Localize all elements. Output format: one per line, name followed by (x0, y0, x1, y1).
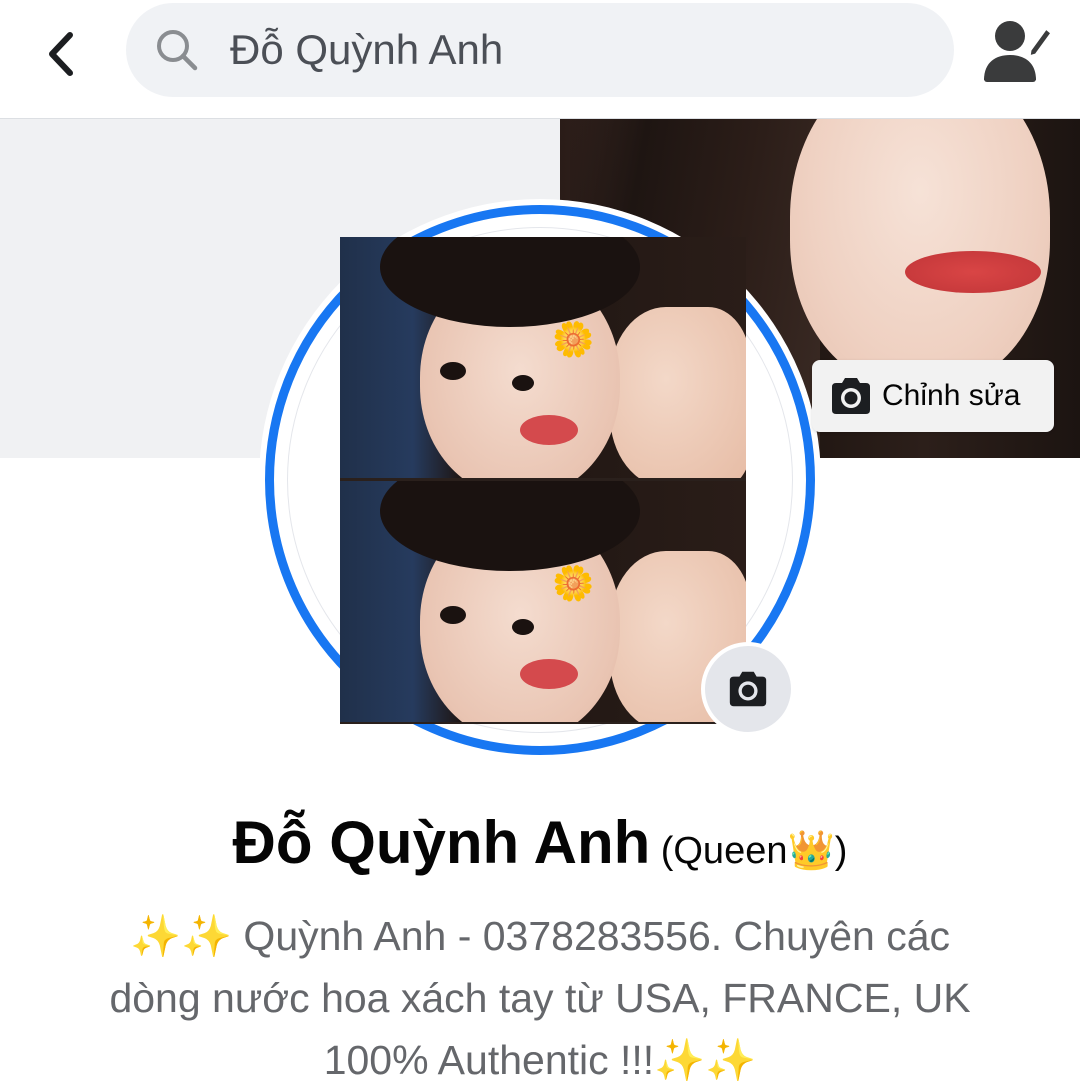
top-navigation-bar: Đỗ Quỳnh Anh (0, 0, 1080, 119)
profile-name: Đỗ Quỳnh Anh (232, 809, 651, 876)
back-button[interactable] (30, 22, 94, 86)
search-icon (157, 30, 198, 71)
update-profile-picture-button[interactable] (701, 642, 795, 736)
profile-picture-frame-bottom: 🌼 (340, 481, 746, 722)
cover-photo-lips (905, 251, 1041, 293)
profile-bio: ✨✨ Quỳnh Anh - 0378283556. Chuyên các dò… (109, 913, 971, 1083)
edit-profile-button[interactable] (976, 16, 1060, 88)
flower-emoji: 🌼 (552, 565, 595, 603)
edit-cover-button[interactable]: Chỉnh sửa (812, 360, 1054, 432)
chevron-left-icon (49, 32, 73, 76)
camera-icon (729, 671, 767, 707)
alternate-name: (Queen👑) (660, 830, 848, 872)
flower-emoji: 🌼 (552, 321, 595, 359)
profile-picture[interactable]: 🌼 🌼 (340, 237, 746, 724)
search-query: Đỗ Quỳnh Anh (230, 26, 504, 73)
search-bar[interactable]: Đỗ Quỳnh Anh (126, 3, 954, 97)
profile-name-row: Đỗ Quỳnh Anh (Queen👑) (0, 808, 1080, 877)
edit-cover-label: Chỉnh sửa (882, 379, 1021, 412)
profile-picture-frame-top: 🌼 (340, 237, 746, 478)
camera-icon (832, 378, 870, 414)
person-pencil-icon (984, 21, 1055, 82)
